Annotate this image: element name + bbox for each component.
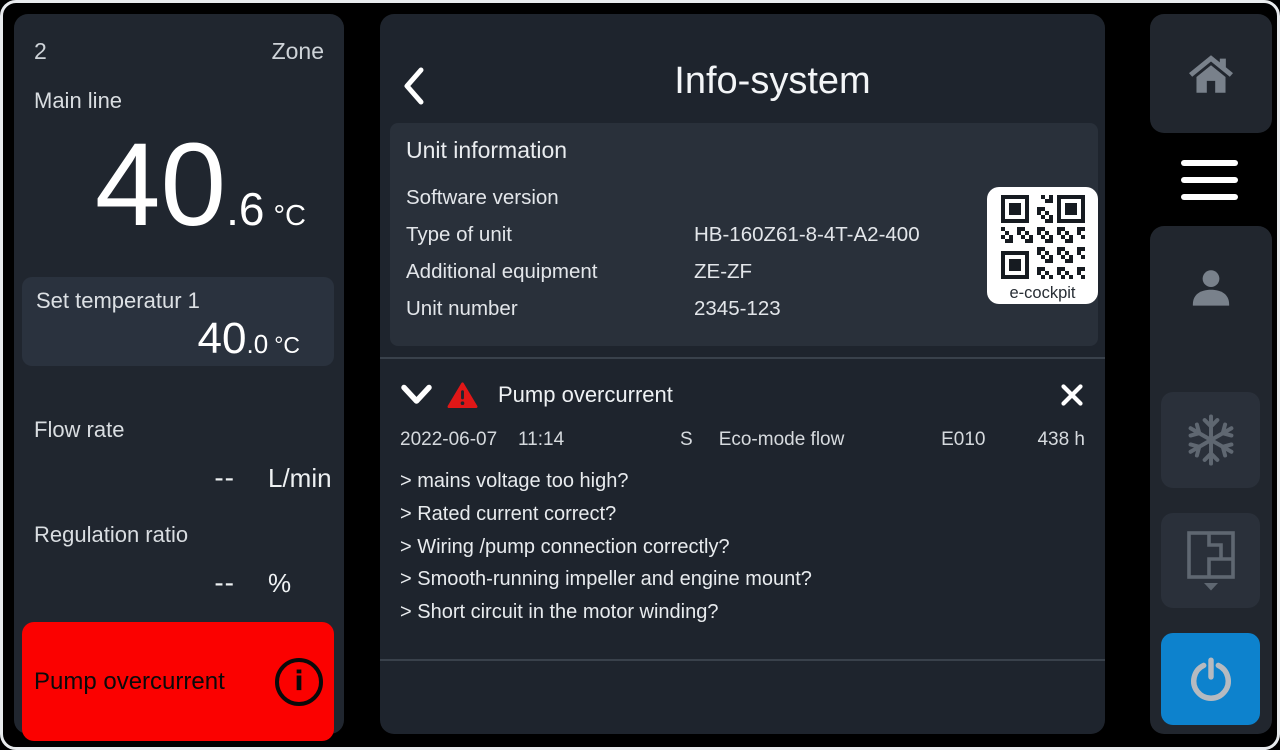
row-label: Type of unit (406, 223, 694, 260)
back-button[interactable] (400, 66, 426, 106)
sidebar-item-home[interactable] (1150, 14, 1272, 133)
main-temp-integer: 40 (95, 119, 226, 251)
list-item: > Smooth-running impeller and engine mou… (400, 563, 1085, 596)
power-button[interactable] (1161, 633, 1260, 725)
set-temperature-value: 40.0°C (36, 317, 320, 361)
home-icon (1189, 55, 1233, 93)
alarm-operating-hours: 438 h (1037, 429, 1085, 451)
table-row: Unit number 2345-123 (406, 297, 1082, 334)
row-label: Additional equipment (406, 260, 694, 297)
zone-row: 2 Zone (34, 38, 324, 65)
row-label: Unit number (406, 297, 694, 334)
alarm-banner-label: Pump overcurrent (34, 668, 225, 696)
alarm-checklist: > mains voltage too high? > Rated curren… (400, 465, 1085, 629)
qr-code-label: e-cockpit (987, 284, 1098, 303)
power-icon (1188, 656, 1234, 702)
row-label: Software version (406, 186, 694, 223)
unit-information-heading: Unit information (406, 137, 1082, 164)
main-temperature-value: 40.6°C (14, 126, 306, 244)
info-system-panel: Info-system Unit information Software ve… (380, 14, 1105, 734)
sidebar-item-user[interactable] (1150, 266, 1272, 310)
alarm-detail-section: Pump overcurrent 2022-06-07 11:14 S Eco-… (400, 374, 1085, 629)
warning-icon (447, 382, 478, 409)
set-temperature-label: Set temperatur 1 (36, 288, 320, 314)
regulation-ratio-unit: % (268, 568, 291, 599)
qr-code: e-cockpit (987, 187, 1098, 304)
chevron-down-icon[interactable] (400, 384, 433, 406)
table-row: Type of unit HB-160Z61-8-4T-A2-400 (406, 223, 1082, 260)
sidebar-item-menu-active[interactable] (1108, 133, 1258, 226)
flow-rate-value: -- (14, 462, 235, 494)
alarm-error-code: E010 (941, 429, 985, 451)
alarm-banner[interactable]: Pump overcurrent i (22, 622, 334, 741)
hmi-screen: 2 Zone Main line 40.6°C Set temperatur 1… (0, 0, 1280, 750)
set-temp-integer: 40 (198, 314, 247, 363)
mold-icon (1183, 529, 1239, 593)
regulation-ratio-label: Regulation ratio (34, 522, 188, 548)
main-line-label: Main line (34, 88, 122, 114)
unit-information-card: Unit information Software version Type o… (390, 123, 1098, 346)
unit-information-rows: Software version Type of unit HB-160Z61-… (406, 186, 1082, 334)
set-temp-unit: °C (274, 332, 300, 358)
table-row: Additional equipment ZE-ZF (406, 260, 1082, 297)
alarm-detail-row: 2022-06-07 11:14 S Eco-mode flow E010 43… (400, 429, 1085, 451)
menu-icon (1181, 160, 1238, 200)
row-value: HB-160Z61-8-4T-A2-400 (694, 223, 920, 260)
mold-button[interactable] (1161, 513, 1260, 608)
flow-rate-unit: L/min (268, 463, 332, 494)
info-icon[interactable]: i (275, 658, 323, 706)
cooling-button[interactable] (1161, 392, 1260, 488)
zone-number: 2 (34, 38, 47, 65)
divider (380, 357, 1105, 359)
list-item: > mains voltage too high? (400, 465, 1085, 498)
alarm-mode: Eco-mode flow (719, 429, 845, 451)
divider (380, 659, 1105, 661)
set-temperature-card[interactable]: Set temperatur 1 40.0°C (22, 277, 334, 366)
flow-rate-label: Flow rate (34, 417, 124, 443)
user-icon (1189, 266, 1233, 310)
alarm-title: Pump overcurrent (498, 382, 673, 408)
list-item: > Short circuit in the motor winding? (400, 596, 1085, 629)
sidebar-panel (1150, 226, 1272, 734)
alarm-status-letter: S (680, 429, 693, 451)
row-value: 2345-123 (694, 297, 781, 334)
alarm-date: 2022-06-07 (400, 429, 518, 451)
close-icon[interactable] (1059, 382, 1085, 408)
chevron-left-icon (400, 66, 426, 106)
regulation-ratio-value: -- (14, 567, 235, 599)
row-value: ZE-ZF (694, 260, 752, 297)
set-temp-fraction: .0 (247, 329, 269, 359)
main-temp-fraction: .6 (226, 183, 264, 235)
table-row: Software version (406, 186, 1082, 223)
list-item: > Rated current correct? (400, 498, 1085, 531)
main-temp-unit: °C (273, 200, 306, 232)
alarm-header: Pump overcurrent (400, 374, 1085, 416)
zone-label: Zone (272, 38, 324, 65)
snowflake-icon (1182, 411, 1240, 469)
list-item: > Wiring /pump connection correctly? (400, 531, 1085, 564)
zone-status-panel: 2 Zone Main line 40.6°C Set temperatur 1… (14, 14, 344, 734)
alarm-time: 11:14 (518, 429, 580, 451)
page-title: Info-system (440, 60, 1105, 103)
qr-code-image (1001, 195, 1085, 279)
